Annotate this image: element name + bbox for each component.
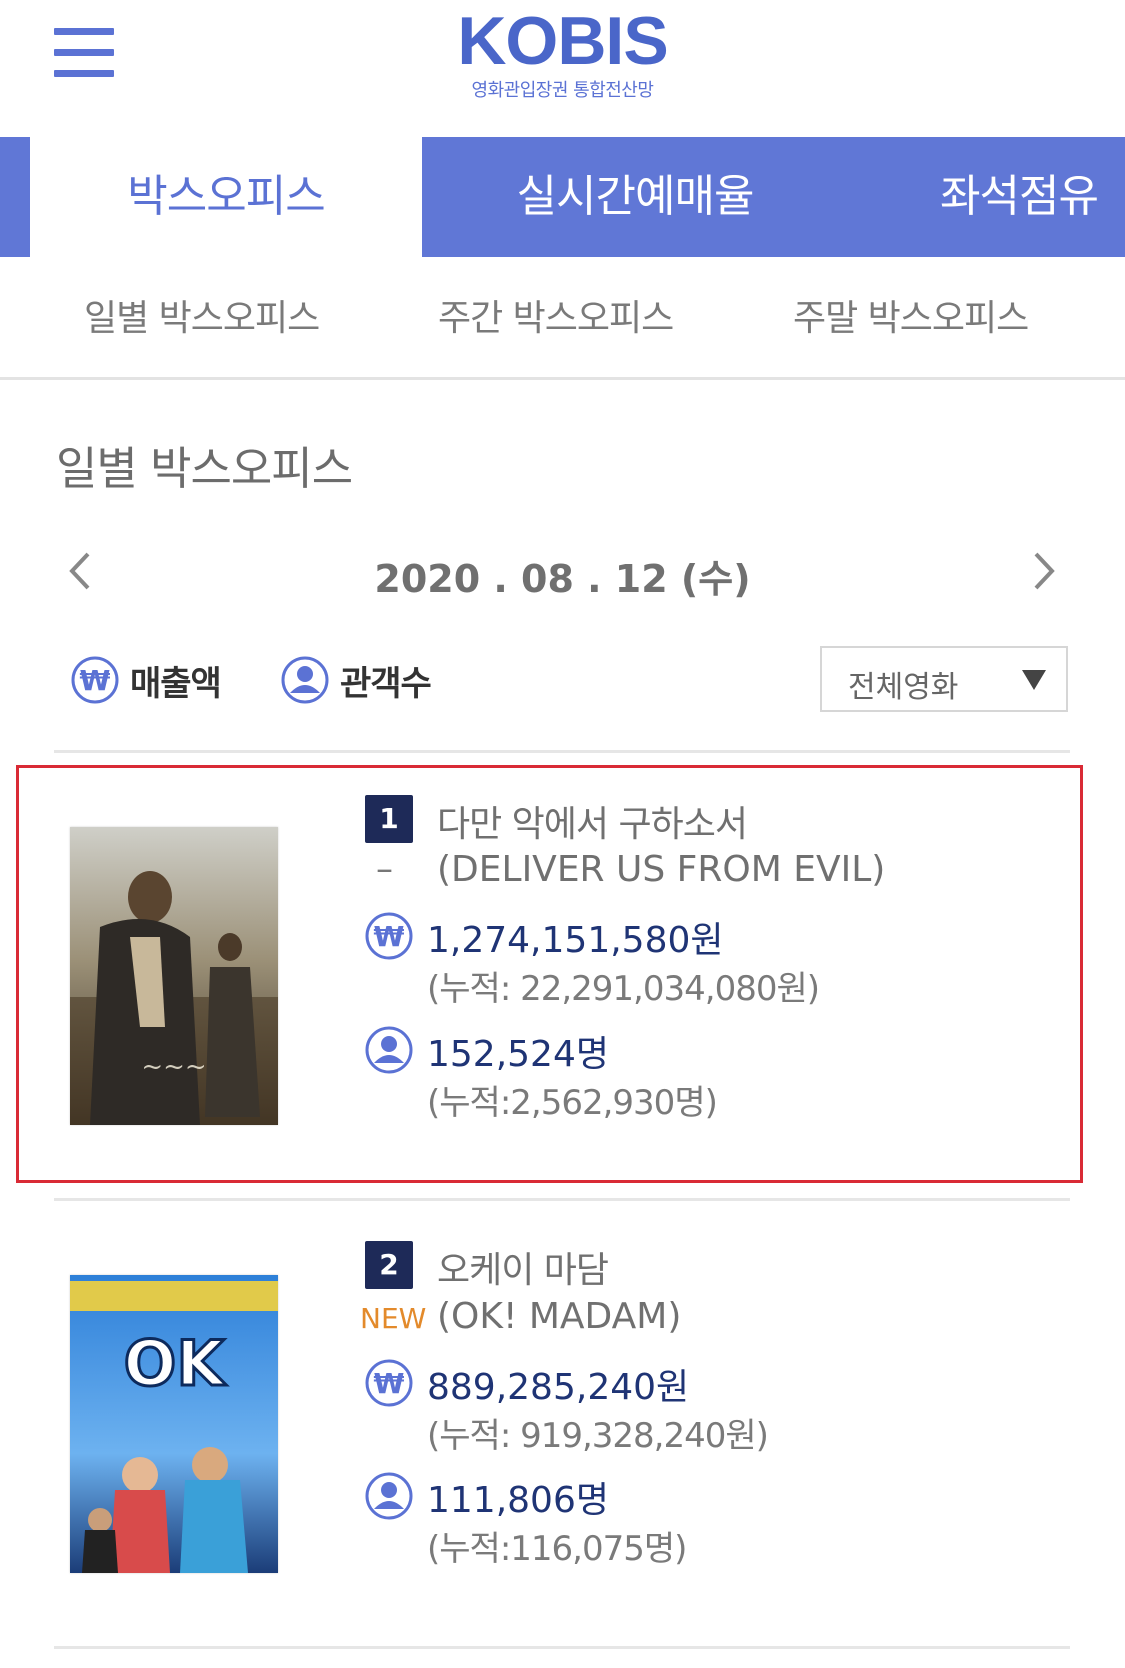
cumulative-audience: (누적:116,075명) xyxy=(427,1529,687,1569)
daily-audience: 152,524명 xyxy=(427,1034,609,1075)
legend-audience-label: 관객수 xyxy=(340,663,432,704)
svg-text:~~~: ~~~ xyxy=(141,1052,206,1082)
subtab-daily[interactable]: 일별 박스오피스 xyxy=(84,289,320,341)
won-icon: ₩ xyxy=(71,656,119,704)
legend-audience: 관객수 xyxy=(280,652,432,708)
rank-badge: 2 xyxy=(365,1241,413,1289)
divider xyxy=(54,1646,1070,1649)
new-badge: NEW xyxy=(360,1302,427,1335)
cumulative-sales: (누적: 919,328,240원) xyxy=(427,1416,769,1456)
movie-poster[interactable]: OK xyxy=(70,1275,278,1573)
legend-sales-label: 매출액 xyxy=(130,663,222,704)
logo-title: KOBIS xyxy=(457,3,668,79)
rank-badge: 1 xyxy=(365,795,413,843)
date-display: 2020 . 08 . 12 (수) xyxy=(374,557,751,601)
caret-down-icon xyxy=(1022,670,1046,690)
list-item[interactable]: OK 2 오케이 마담 NEW (OK! MADAM) ₩ 889,285,24… xyxy=(0,1212,1125,1632)
won-icon: ₩ xyxy=(365,912,413,960)
page-title: 일별 박스오피스 xyxy=(56,442,353,495)
person-icon xyxy=(365,1472,413,1520)
tab-realtime-booking[interactable]: 실시간예매율 xyxy=(430,137,840,257)
movie-title-en[interactable]: (DELIVER US FROM EVIL) xyxy=(437,849,885,890)
daily-sales: 1,274,151,580원 xyxy=(427,920,724,961)
svg-text:OK: OK xyxy=(124,1327,227,1400)
logo-subtitle: 영화관입장권 통합전산망 xyxy=(471,80,654,101)
movie-title-ko[interactable]: 오케이 마담 xyxy=(437,1241,609,1293)
daily-sales: 889,285,240원 xyxy=(427,1367,690,1408)
list-item[interactable]: ~~~ 1 다만 악에서 구하소서 – (DELIVER US FROM EVI… xyxy=(0,765,1125,1183)
daily-audience: 111,806명 xyxy=(427,1480,609,1521)
main-tab-bar: 박스오피스 실시간예매율 좌석점유 xyxy=(0,137,1125,257)
sub-tab-bar: 일별 박스오피스 주간 박스오피스 주말 박스오피스 xyxy=(0,257,1125,380)
rank-change-status: – xyxy=(376,849,393,889)
svg-text:₩: ₩ xyxy=(374,920,405,953)
svg-text:₩: ₩ xyxy=(374,1367,405,1400)
date-navigator: 2020 . 08 . 12 (수) xyxy=(0,540,1125,610)
divider xyxy=(54,750,1070,753)
logo[interactable]: KOBIS 영화관입장권 통합전산망 xyxy=(0,4,1125,102)
person-icon xyxy=(281,656,329,704)
divider xyxy=(54,1198,1070,1201)
won-icon: ₩ xyxy=(365,1359,413,1407)
tab-seat-occupancy[interactable]: 좌석점유 xyxy=(940,137,1125,257)
movie-poster[interactable]: ~~~ xyxy=(70,827,278,1125)
movie-title-ko[interactable]: 다만 악에서 구하소서 xyxy=(437,795,748,847)
svg-text:₩: ₩ xyxy=(80,664,111,697)
person-icon xyxy=(365,1026,413,1074)
tab-boxoffice[interactable]: 박스오피스 xyxy=(30,137,422,257)
chevron-right-icon[interactable] xyxy=(1030,548,1058,598)
movie-filter-select[interactable]: 전체영화 xyxy=(820,646,1068,712)
subtab-weekend[interactable]: 주말 박스오피스 xyxy=(793,289,1029,341)
legend-sales: ₩ 매출액 xyxy=(70,652,222,708)
cumulative-sales: (누적: 22,291,034,080원) xyxy=(427,969,820,1009)
movie-title-en[interactable]: (OK! MADAM) xyxy=(437,1296,681,1337)
filter-selected-value: 전체영화 xyxy=(848,670,959,705)
subtab-weekly[interactable]: 주간 박스오피스 xyxy=(438,289,674,341)
cumulative-audience: (누적:2,562,930명) xyxy=(427,1083,718,1123)
